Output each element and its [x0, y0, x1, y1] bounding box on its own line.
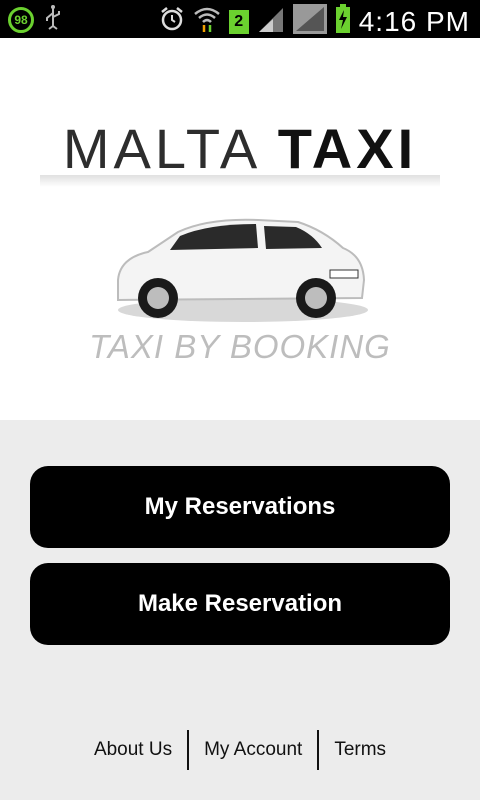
app-header: MALTA TAXI TAXI BY BOOKING — [0, 38, 480, 420]
about-us-link[interactable]: About Us — [79, 739, 187, 761]
wifi-icon — [193, 5, 221, 38]
my-account-link[interactable]: My Account — [189, 739, 317, 761]
battery-charging-icon — [335, 4, 351, 39]
logo-text-malta: MALTA — [62, 117, 259, 180]
alarm-icon — [159, 6, 185, 37]
notification-count-text: 2 — [234, 12, 244, 30]
status-bar-left: 98 — [8, 4, 62, 35]
usb-icon — [44, 4, 62, 35]
logo-text-taxi: TAXI — [277, 117, 418, 180]
app-logo: MALTA TAXI — [0, 116, 480, 181]
tagline: TAXI BY BOOKING — [89, 328, 391, 365]
logo-reflection — [40, 175, 440, 187]
status-bar: 98 2 4:16 PM — [0, 0, 480, 38]
notification-count-badge: 2 — [228, 9, 249, 34]
status-bar-right: 2 4:16 PM — [159, 4, 470, 39]
make-reservation-label: Make Reservation — [137, 590, 343, 617]
battery-level-text: 98 — [14, 12, 28, 27]
main-content: My Reservations Make Reservation About U… — [0, 420, 480, 800]
my-reservations-button[interactable]: My Reservations — [30, 466, 450, 548]
status-time: 4:16 PM — [358, 5, 470, 37]
signal-icon — [292, 4, 327, 39]
make-reservation-button[interactable]: Make Reservation — [30, 563, 450, 645]
battery-level-indicator: 98 — [8, 6, 34, 33]
signal-icon — [257, 5, 285, 38]
taxi-car-image — [117, 218, 368, 322]
terms-link[interactable]: Terms — [319, 739, 401, 761]
my-reservations-label: My Reservations — [144, 493, 336, 520]
footer-links: About Us My Account Terms — [0, 730, 480, 770]
